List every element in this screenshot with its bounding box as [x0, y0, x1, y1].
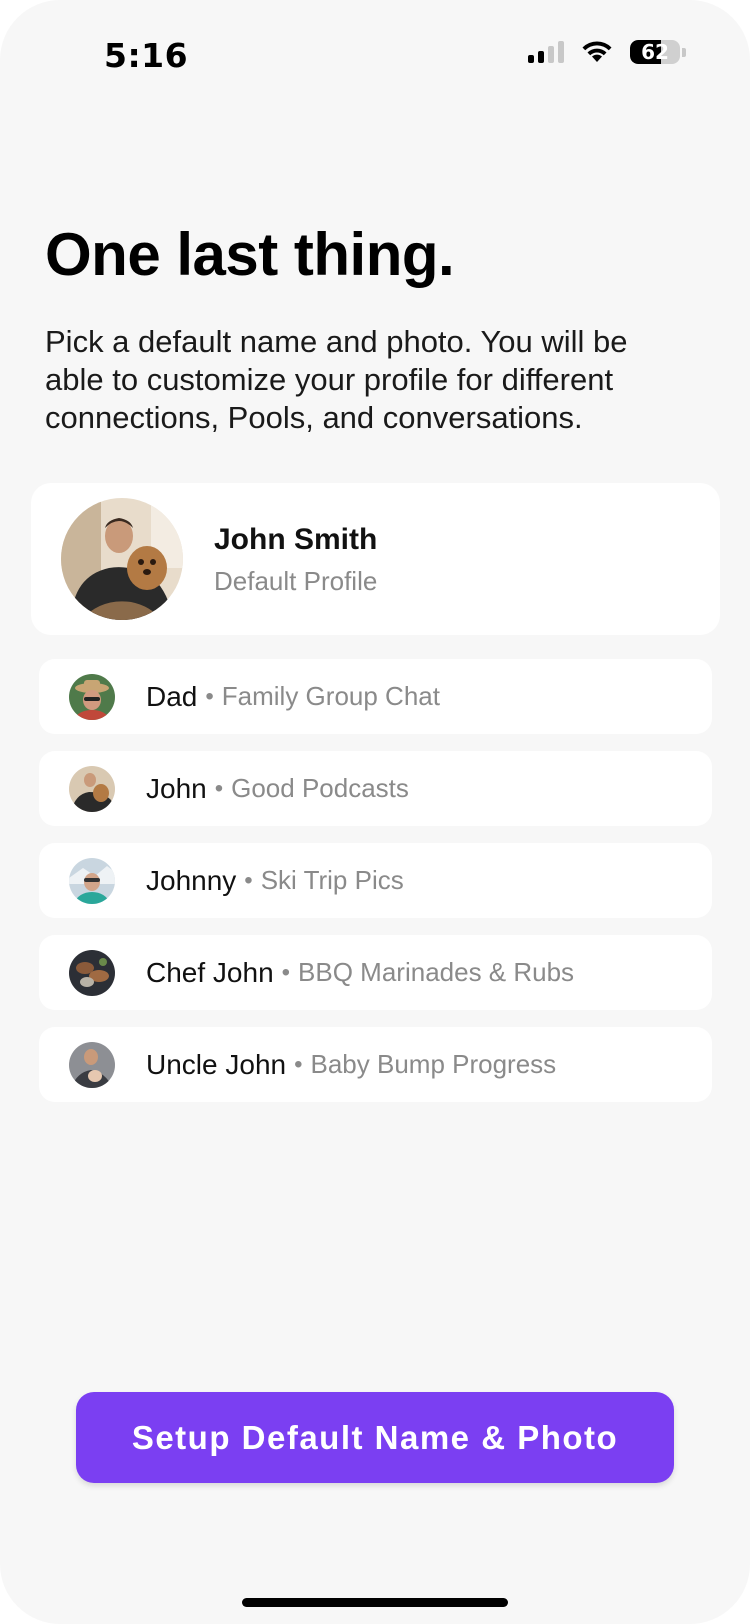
profile-row-uncle-john[interactable]: Uncle John • Baby Bump Progress [39, 1027, 712, 1102]
profile-group: Family Group Chat [221, 681, 440, 711]
profile-group: Ski Trip Pics [260, 865, 404, 895]
profile-group: Good Podcasts [231, 773, 409, 803]
profile-row-johnny[interactable]: Johnny • Ski Trip Pics [39, 843, 712, 918]
profile-row-dad[interactable]: Dad • Family Group Chat [39, 659, 712, 734]
profile-row-chef-john[interactable]: Chef John • BBQ Marinades & Rubs [39, 935, 712, 1010]
onboarding-screen: 5:16 62 One last thing. Pick a default n… [0, 0, 750, 1624]
profile-row-john[interactable]: John • Good Podcasts [39, 751, 712, 826]
cellular-signal-icon [528, 41, 564, 63]
separator-dot: • [244, 866, 253, 894]
bbq-food-photo-icon [69, 950, 115, 996]
man-with-hat-photo-icon [69, 674, 115, 720]
separator-dot: • [214, 774, 224, 802]
man-with-dog-photo-icon [61, 498, 183, 620]
profile-row-text: Chef John • BBQ Marinades & Rubs [146, 935, 574, 1010]
separator-dot: • [205, 682, 214, 710]
battery-percent: 62 [641, 40, 669, 64]
profile-row-text: Dad • Family Group Chat [146, 659, 440, 734]
default-profile-avatar [61, 498, 183, 620]
profile-avatar [69, 950, 115, 996]
profile-name: Johnny [146, 864, 237, 896]
profile-avatar [69, 858, 115, 904]
ski-photo-icon [69, 858, 115, 904]
profile-name: John [146, 772, 207, 804]
status-time: 5:16 [104, 36, 189, 75]
profile-row-text: Uncle John • Baby Bump Progress [146, 1027, 556, 1102]
status-icons: 62 [528, 40, 686, 64]
wifi-icon [582, 41, 612, 62]
battery-icon: 62 [630, 40, 680, 64]
profile-group: BBQ Marinades & Rubs [298, 957, 575, 987]
profile-name: Chef John [146, 956, 274, 988]
profile-avatar [69, 766, 115, 812]
man-with-baby-photo-icon [69, 1042, 115, 1088]
home-indicator[interactable] [242, 1598, 508, 1607]
default-profile-name: John Smith [214, 523, 378, 556]
default-profile-card[interactable]: John Smith Default Profile [31, 483, 720, 635]
profile-row-text: John • Good Podcasts [146, 751, 409, 826]
setup-default-profile-button[interactable]: Setup Default Name & Photo [76, 1392, 674, 1483]
profile-row-text: Johnny • Ski Trip Pics [146, 843, 404, 918]
profile-name: Dad [146, 680, 198, 712]
profile-avatar [69, 674, 115, 720]
default-profile-label: Default Profile [214, 566, 378, 596]
separator-dot: • [294, 1050, 303, 1078]
profile-group: Baby Bump Progress [310, 1049, 557, 1079]
separator-dot: • [281, 958, 291, 986]
profile-name: Uncle John [146, 1048, 287, 1080]
man-with-dog-photo-icon [69, 766, 115, 812]
profile-avatar [69, 1042, 115, 1088]
battery-cap [682, 47, 686, 57]
page-subtitle: Pick a default name and photo. You will … [45, 324, 628, 435]
page-title: One last thing. [45, 221, 455, 288]
